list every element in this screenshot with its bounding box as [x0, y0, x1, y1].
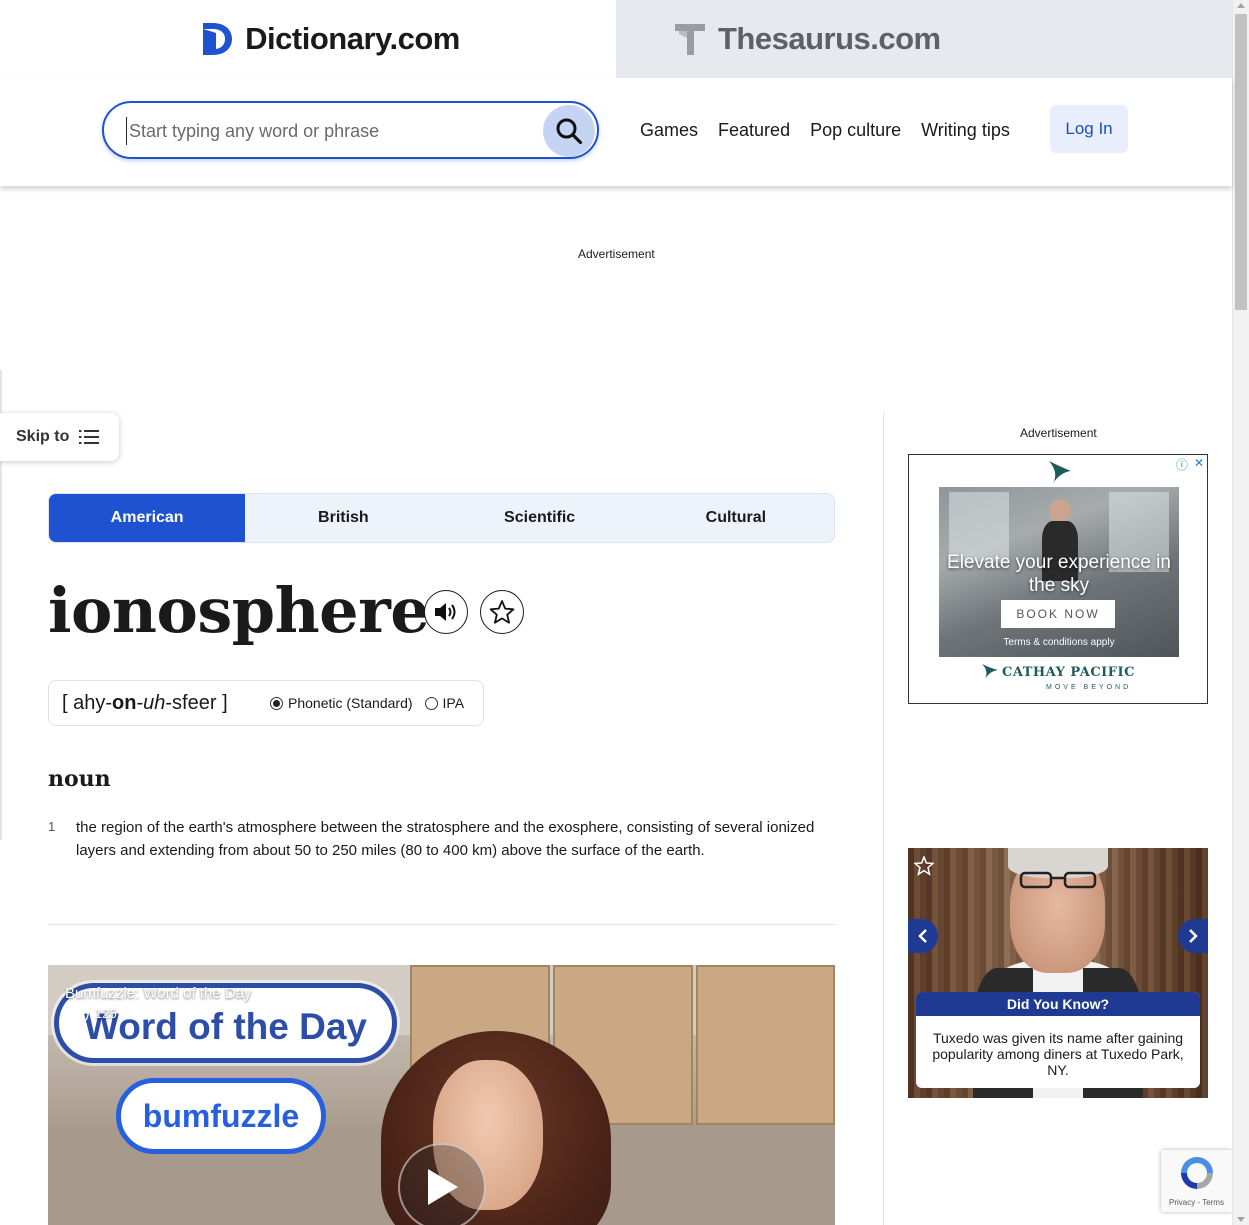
radio-unchecked-icon — [424, 696, 438, 710]
pronunciation-options: Phonetic (Standard) IPA — [270, 695, 464, 711]
site-header: Games Featured Pop culture Writing tips … — [0, 78, 1232, 186]
audio-button[interactable] — [424, 590, 468, 634]
favorite-button[interactable] — [480, 590, 524, 634]
ad-photo-person — [1049, 499, 1071, 523]
scroll-thumb[interactable] — [1235, 14, 1247, 310]
thesaurus-tab[interactable]: Thesaurus.com — [616, 0, 1232, 78]
star-icon[interactable] — [914, 856, 934, 876]
book-now-button[interactable]: BOOK NOW — [1001, 600, 1115, 628]
ad-choices[interactable]: ⓘ ✕ — [1176, 456, 1204, 473]
did-you-know-card: Did You Know? Tuxedo was given its name … — [916, 992, 1200, 1088]
nav-pop-culture[interactable]: Pop culture — [810, 120, 901, 141]
nav-games[interactable]: Games — [640, 120, 698, 141]
cathay-pacific-ad[interactable]: ⓘ ✕ Elevate your experience in the sky B… — [908, 454, 1208, 704]
pronunciation-text: [ ahy-on-uh-sfeer ] — [62, 691, 228, 714]
cathay-logo-icon — [1049, 461, 1071, 483]
cathay-brand-icon — [982, 664, 998, 679]
ad-brand: CATHAY PACIFIC — [1002, 665, 1135, 680]
play-button[interactable] — [398, 1143, 486, 1225]
recaptcha-badge[interactable]: Privacy - Terms — [1161, 1150, 1232, 1212]
radio-checked-icon — [270, 696, 283, 710]
thesaurus-logo-text: Thesaurus.com — [718, 21, 941, 56]
search-box — [102, 101, 599, 159]
login-button[interactable]: Log In — [1050, 105, 1128, 153]
part-of-speech: noun — [48, 766, 111, 792]
phonetic-label: Phonetic (Standard) — [288, 695, 413, 711]
ad-photo: Elevate your experience in the sky BOOK … — [939, 487, 1179, 657]
tab-british[interactable]: British — [245, 494, 441, 542]
ad-tagline: MOVE BEYOND — [1046, 684, 1132, 691]
search-icon — [556, 118, 583, 145]
carousel-next-button[interactable] — [1178, 919, 1208, 953]
dictionary-logo[interactable]: Dictionary.com — [201, 21, 460, 57]
speaker-icon — [435, 603, 456, 621]
close-icon[interactable]: ✕ — [1194, 456, 1204, 473]
skip-to-label: Skip to — [16, 428, 70, 445]
ipa-radio[interactable]: IPA — [424, 695, 465, 711]
dialect-tabs: American British Scientific Cultural — [48, 493, 835, 543]
nav-featured[interactable]: Featured — [718, 120, 790, 141]
scroll-down-arrow[interactable] — [1237, 1217, 1245, 1222]
ad-headline: Elevate your experience in the sky — [947, 552, 1171, 596]
recaptcha-icon — [1181, 1157, 1213, 1189]
chevron-left-icon — [918, 929, 927, 943]
thesaurus-logo[interactable]: Thesaurus.com — [674, 21, 941, 57]
search-button[interactable] — [543, 105, 595, 157]
skip-to-button[interactable]: Skip to — [0, 413, 119, 461]
glasses-icon — [1019, 871, 1097, 889]
thumbs-up-icon — [73, 1006, 89, 1021]
info-icon[interactable]: ⓘ — [1176, 456, 1188, 473]
phonetic-radio[interactable]: Phonetic (Standard) — [270, 695, 413, 711]
chevron-right-icon — [1189, 929, 1198, 943]
recaptcha-links[interactable]: Privacy - Terms — [1169, 1198, 1224, 1207]
divider — [48, 924, 835, 925]
definition-text: the region of the earth's atmosphere bet… — [76, 819, 815, 859]
dictionary-logo-icon — [203, 23, 233, 55]
brand-bar: Dictionary.com Thesaurus.com — [0, 0, 1232, 78]
video-title[interactable]: Bumfuzzle: Word of the Day — [65, 985, 251, 1002]
did-you-know-body: Tuxedo was given its name after gaining … — [932, 1030, 1184, 1078]
did-you-know-ad[interactable]: Did You Know? Tuxedo was given its name … — [908, 848, 1208, 1098]
pronunciation-box: [ ahy-on-uh-sfeer ] Phonetic (Standard) … — [48, 680, 484, 726]
video-like-count: 125 — [95, 1006, 117, 1021]
search-input[interactable] — [126, 117, 526, 145]
dictionary-logo-text: Dictionary.com — [245, 21, 460, 56]
list-icon — [79, 430, 100, 444]
ipa-label: IPA — [442, 695, 465, 711]
ad-terms: Terms & conditions apply — [1003, 637, 1115, 648]
scroll-up-arrow[interactable] — [1237, 3, 1245, 8]
did-you-know-title: Did You Know? — [916, 992, 1200, 1016]
nav-writing-tips[interactable]: Writing tips — [921, 120, 1010, 141]
definition-number: 1 — [48, 819, 56, 834]
main-nav: Games Featured Pop culture Writing tips — [640, 120, 1010, 141]
headword: ionosphere — [48, 574, 430, 647]
rail-divider — [883, 413, 884, 1225]
video-word: bumfuzzle — [116, 1078, 326, 1154]
rail-ad-label: Advertisement — [1020, 426, 1097, 440]
thesaurus-logo-icon — [675, 24, 705, 55]
tab-american[interactable]: American — [49, 494, 246, 542]
video-player[interactable]: Word of the Day bumfuzzle Bumfuzzle: Wor… — [48, 965, 835, 1225]
tab-cultural[interactable]: Cultural — [638, 494, 834, 542]
star-icon — [489, 600, 515, 624]
top-ad-label: Advertisement — [578, 247, 655, 261]
video-likes[interactable]: 125 — [73, 1006, 117, 1021]
dictionary-tab[interactable]: Dictionary.com — [0, 0, 616, 78]
tab-scientific[interactable]: Scientific — [442, 494, 638, 542]
page-scrollbar[interactable] — [1232, 0, 1249, 1225]
video-bg-cabinet-3 — [696, 965, 835, 1125]
play-icon — [428, 1169, 458, 1205]
